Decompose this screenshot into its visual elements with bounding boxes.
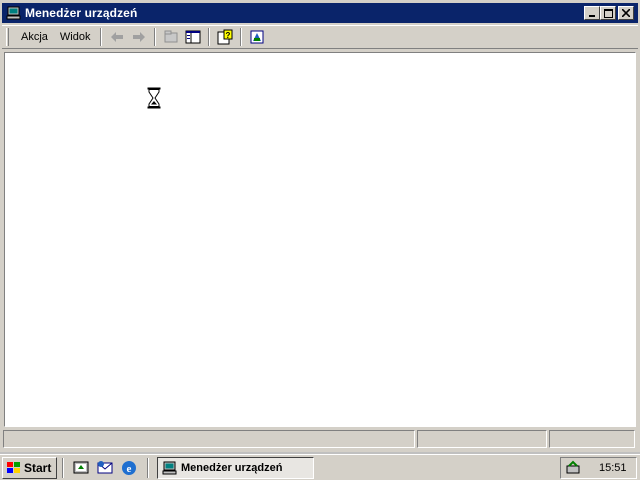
minimize-button[interactable] [584, 6, 600, 20]
menu-widok-label: Widok [59, 31, 91, 43]
maximize-button[interactable] [600, 6, 616, 20]
taskbar: Start e Menedżer urządzeń 15:51 [0, 454, 640, 480]
svg-text:e: e [127, 463, 132, 475]
toolbar-grip[interactable] [6, 28, 9, 46]
status-pane-2 [417, 430, 547, 448]
status-bar [3, 430, 637, 448]
start-label: Start [24, 461, 52, 475]
system-tray: 15:51 [560, 457, 637, 479]
internet-explorer-icon[interactable]: e [120, 459, 138, 477]
back-button[interactable] [106, 27, 128, 47]
computer-icon [6, 6, 21, 20]
taskbar-separator [62, 458, 64, 478]
device-icon [250, 30, 264, 44]
maximize-icon [603, 8, 613, 18]
hourglass-cursor-icon [147, 87, 161, 109]
close-button[interactable] [618, 6, 634, 20]
menu-akcja-label: Akcja [21, 31, 48, 43]
toolbar-separator [240, 28, 243, 46]
taskbar-task-title: Menedżer urządzeń [181, 462, 283, 474]
status-pane-3 [549, 430, 635, 448]
show-hide-tree-icon [185, 30, 201, 44]
toolbar: Akcja Widok ? [2, 25, 638, 49]
window-title: Menedżer urządzeń [25, 6, 138, 20]
toolbar-separator [208, 28, 211, 46]
back-arrow-icon [111, 32, 124, 42]
windows-logo-icon [7, 462, 20, 473]
help-icon: ? [217, 29, 233, 45]
svg-text:?: ? [226, 31, 231, 40]
outlook-express-icon[interactable] [96, 459, 114, 477]
toolbar-separator [100, 28, 103, 46]
taskbar-separator [147, 458, 149, 478]
show-hide-tree-button[interactable] [182, 27, 204, 47]
taskbar-device-manager-button[interactable]: Menedżer urządzeń [157, 457, 314, 479]
window-controls [584, 6, 634, 20]
status-pane-main [3, 430, 415, 448]
clock[interactable]: 15:51 [599, 462, 627, 474]
toolbar-separator [154, 28, 157, 46]
device-button[interactable] [246, 27, 268, 47]
computer-icon [162, 461, 177, 475]
forward-button[interactable] [128, 27, 150, 47]
menu-widok[interactable]: Widok [54, 29, 97, 45]
help-button[interactable]: ? [214, 27, 236, 47]
close-icon [622, 9, 630, 17]
forward-arrow-icon [133, 32, 146, 42]
properties-icon [164, 30, 178, 43]
title-bar[interactable]: Menedżer urządzeń [2, 3, 638, 23]
start-button[interactable]: Start [2, 457, 57, 479]
device-manager-window: Menedżer urządzeń Akcja Widok ? [0, 0, 640, 452]
minimize-icon [589, 15, 595, 17]
safely-remove-hardware-icon[interactable] [565, 460, 583, 476]
properties-button[interactable] [160, 27, 182, 47]
show-desktop-icon[interactable] [72, 459, 90, 477]
menu-akcja[interactable]: Akcja [15, 29, 54, 45]
device-tree-pane[interactable] [4, 52, 636, 427]
